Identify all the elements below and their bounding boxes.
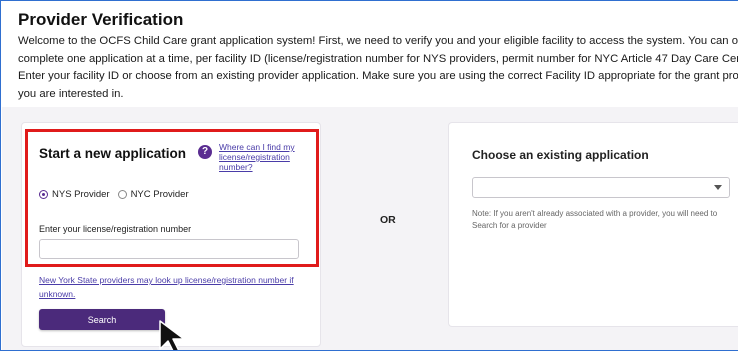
radio-nys-provider[interactable]	[39, 190, 48, 199]
existing-application-select[interactable]	[472, 177, 730, 198]
page-frame: Provider Verification Welcome to the OCF…	[0, 0, 738, 351]
license-field-label: Enter your license/registration number	[39, 224, 192, 234]
radio-label-nyc[interactable]: NYC Provider	[131, 189, 189, 200]
question-circle-icon[interactable]: ?	[198, 145, 212, 159]
provider-type-radios: NYS Provider NYC Provider	[39, 189, 197, 200]
existing-application-note: Note: If you aren't already associated w…	[472, 209, 718, 230]
intro-line: complete one application at a time, per …	[18, 52, 738, 65]
chevron-down-icon	[714, 185, 722, 190]
existing-application-title: Choose an existing application	[472, 148, 649, 162]
intro-line: Enter your facility ID or choose from an…	[18, 70, 738, 82]
page-title: Provider Verification	[18, 10, 184, 29]
intro-text: Welcome to the OCFS Child Care grant app…	[18, 33, 738, 103]
radio-label-nys[interactable]: NYS Provider	[52, 189, 110, 200]
intro-line: Welcome to the OCFS Child Care grant app…	[18, 35, 738, 47]
lookup-link[interactable]: New York State providers may look up lic…	[39, 273, 309, 301]
radio-nyc-provider[interactable]	[117, 190, 127, 199]
mouse-pointer-icon	[159, 320, 185, 350]
new-application-title: Start a new application	[39, 146, 187, 161]
or-separator: OR	[380, 214, 396, 226]
help-link[interactable]: Where can I find my license/registration…	[219, 142, 319, 172]
license-number-input[interactable]	[39, 239, 299, 259]
intro-line: you are interested in.	[18, 87, 124, 100]
search-button[interactable]: Search	[39, 309, 165, 330]
